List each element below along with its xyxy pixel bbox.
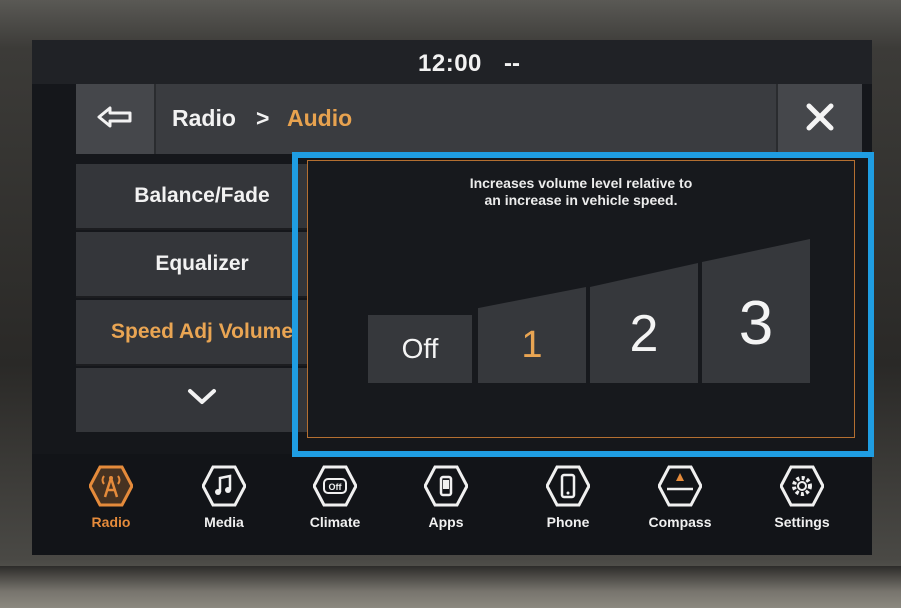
back-button[interactable] xyxy=(76,84,156,154)
dock-label: Climate xyxy=(309,514,361,530)
gear-icon xyxy=(780,464,824,508)
dock-item-apps[interactable]: Apps xyxy=(391,464,501,544)
menu-item-balance-fade[interactable]: Balance/Fade xyxy=(76,164,328,230)
music-note-icon xyxy=(202,464,246,508)
status-indicator: -- xyxy=(504,50,520,77)
device-frame-bottom xyxy=(0,566,901,608)
phone-icon xyxy=(546,464,590,508)
dock-item-climate[interactable]: Off Climate xyxy=(280,464,390,544)
close-icon xyxy=(805,102,835,137)
highlight-annotation-box xyxy=(292,152,874,457)
dock-item-compass[interactable]: Compass xyxy=(625,464,735,544)
svg-text:Off: Off xyxy=(329,482,343,492)
dock-item-phone[interactable]: Phone xyxy=(513,464,623,544)
menu-scroll-down-button[interactable] xyxy=(76,368,328,432)
back-arrow-icon xyxy=(97,105,133,134)
climate-off-icon: Off xyxy=(313,464,357,508)
breadcrumb-separator: > xyxy=(256,105,270,131)
dock-label: Phone xyxy=(546,514,590,530)
audio-menu: Balance/Fade Equalizer Speed Adj Volume xyxy=(76,164,328,434)
radio-tower-icon xyxy=(89,464,133,508)
dock-label: Settings xyxy=(774,514,830,530)
breadcrumb-current: Audio xyxy=(287,105,353,131)
dock-item-radio[interactable]: Radio xyxy=(56,464,166,544)
bottom-dock: Radio Media Off Climate Apps Phone Compa… xyxy=(32,454,872,555)
breadcrumb-root[interactable]: Radio xyxy=(172,105,236,132)
dock-label: Compass xyxy=(648,514,712,530)
close-button[interactable] xyxy=(776,84,862,154)
menu-item-speed-adj-volume[interactable]: Speed Adj Volume xyxy=(76,300,328,366)
header-bar: Radio > Audio xyxy=(76,84,862,154)
clock: 12:00 xyxy=(418,50,482,77)
chevron-down-icon xyxy=(187,388,217,412)
menu-item-label: Speed Adj Volume xyxy=(110,320,294,343)
menu-item-label: Balance/Fade xyxy=(134,184,270,207)
compass-icon xyxy=(658,464,702,508)
dock-label: Apps xyxy=(428,514,464,530)
dock-label: Media xyxy=(204,514,244,530)
menu-item-label: Equalizer xyxy=(155,252,249,275)
dock-item-media[interactable]: Media xyxy=(169,464,279,544)
apps-icon xyxy=(424,464,468,508)
menu-item-equalizer[interactable]: Equalizer xyxy=(76,232,328,298)
dock-item-settings[interactable]: Settings xyxy=(747,464,857,544)
dock-label: Radio xyxy=(91,514,131,530)
status-bar: 12:00 -- xyxy=(32,40,872,84)
